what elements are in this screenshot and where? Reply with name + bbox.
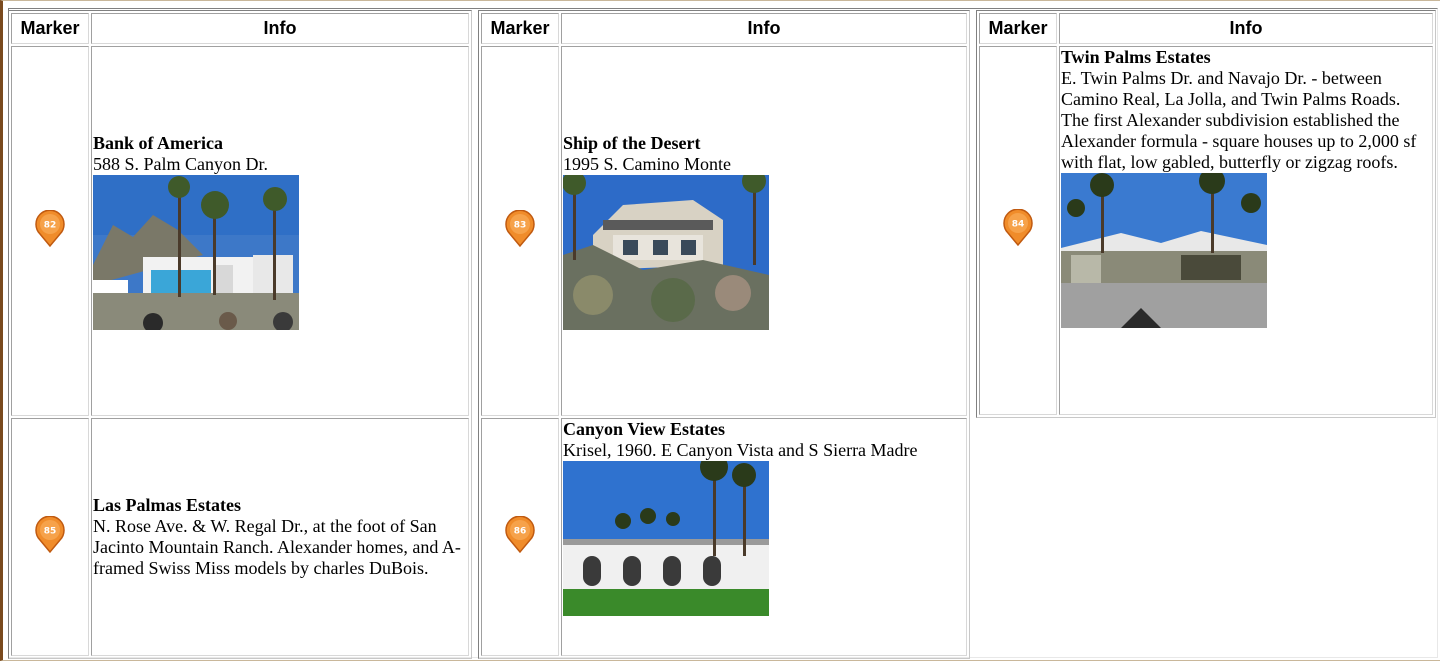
entry-address: Krisel, 1960. E Canyon Vista and S Sierr…: [563, 440, 918, 460]
marker-number: 84: [1012, 220, 1025, 230]
marker-number: 86: [514, 526, 527, 536]
marker-cell-83: 83: [481, 46, 559, 416]
entry-address: 1995 S. Camino Monte: [563, 153, 732, 174]
map-pin-icon[interactable]: 84: [1000, 209, 1036, 247]
photo-twin-palms-estates[interactable]: [1061, 173, 1267, 328]
entry-address: 588 S. Palm Canyon Dr.: [93, 153, 269, 174]
info-header: Info: [1059, 13, 1433, 44]
entry-description: The first Alexander subdivision establis…: [1061, 110, 1417, 172]
marker-cell-85: 85: [11, 418, 89, 656]
map-pin-icon[interactable]: 86: [502, 515, 538, 554]
info-cell-86: Canyon View Estates Krisel, 1960. E Cany…: [561, 418, 967, 656]
marker-cell-84: 84: [979, 46, 1057, 415]
info-cell-83: Ship of the Desert 1995 S. Camino Monte: [561, 46, 967, 416]
markers-table-3: Marker Info 84 Twin Palms Estates E. Twi…: [976, 10, 1436, 418]
marker-header: Marker: [481, 13, 559, 44]
marker-number: 82: [44, 220, 57, 230]
entry-address: E. Twin Palms Dr. and Navajo Dr. - betwe…: [1061, 68, 1401, 109]
entry-title: Bank of America: [93, 132, 223, 153]
entry-title: Canyon View Estates: [563, 419, 726, 439]
entry-description: N. Rose Ave. & W. Regal Dr., at the foot…: [93, 516, 461, 578]
marker-header: Marker: [979, 13, 1057, 44]
info-cell-84: Twin Palms Estates E. Twin Palms Dr. and…: [1059, 46, 1433, 415]
map-pin-icon[interactable]: 82: [32, 209, 68, 248]
marker-cell-86: 86: [481, 418, 559, 656]
marker-cell-82: 82: [11, 46, 89, 416]
info-header: Info: [561, 13, 967, 44]
map-pin-icon[interactable]: 83: [502, 209, 538, 248]
info-cell-85: Las Palmas Estates N. Rose Ave. & W. Reg…: [91, 418, 469, 656]
markers-table-2: Marker Info 83 Ship of the Desert 1995 S…: [478, 10, 970, 659]
info-cell-82: Bank of America 588 S. Palm Canyon Dr.: [91, 46, 469, 416]
photo-bank-of-america[interactable]: [93, 174, 299, 330]
marker-header: Marker: [11, 13, 89, 44]
markers-table-1: Marker Info 82 Bank of America 588 S. Pa…: [8, 10, 472, 659]
marker-number: 85: [44, 526, 57, 536]
entry-title: Las Palmas Estates: [93, 495, 241, 515]
photo-ship-of-the-desert[interactable]: [563, 174, 769, 330]
photo-canyon-view-estates[interactable]: [563, 461, 769, 616]
info-header: Info: [91, 13, 469, 44]
map-pin-icon[interactable]: 85: [32, 515, 68, 554]
marker-number: 83: [514, 220, 527, 230]
entry-title: Twin Palms Estates: [1061, 47, 1211, 67]
entry-title: Ship of the Desert: [563, 132, 701, 153]
